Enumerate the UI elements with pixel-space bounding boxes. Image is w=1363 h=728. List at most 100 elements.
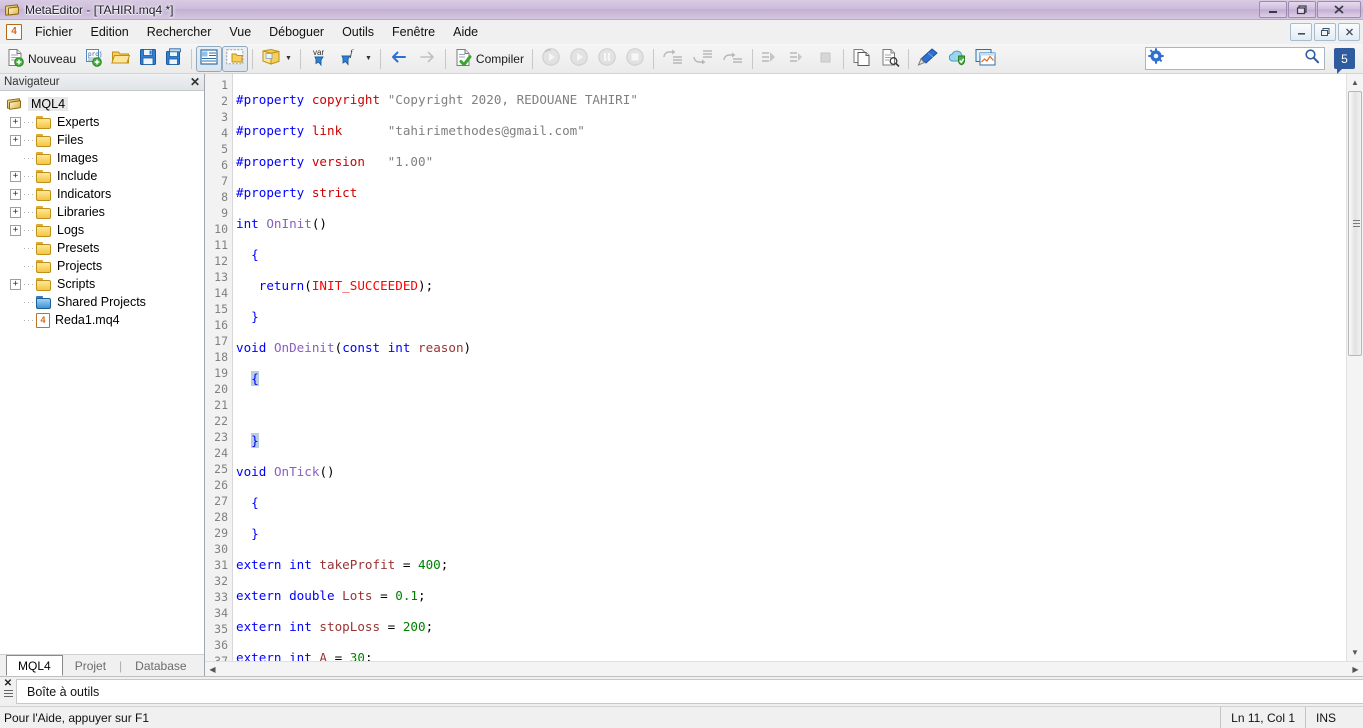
tree-item-logs[interactable]: +··· Logs <box>0 221 204 239</box>
line-number: 24 <box>205 445 232 461</box>
line-number-gutter: 123 456 789 101112 131415 161718 192021 … <box>205 74 233 661</box>
tree-item-indicators[interactable]: +··· Indicators <box>0 185 204 203</box>
run-to-cursor-button[interactable] <box>785 46 813 72</box>
tree-spacer <box>10 261 21 272</box>
open-terminal-button[interactable] <box>971 46 1001 72</box>
tree-item-include[interactable]: +··· Include <box>0 167 204 185</box>
tab-database[interactable]: Database <box>123 655 198 676</box>
vscroll-track[interactable] <box>1347 91 1363 644</box>
menu-deboguer[interactable]: Déboguer <box>260 22 333 42</box>
folder-icon <box>36 260 52 273</box>
menu-vue[interactable]: Vue <box>220 22 260 42</box>
menu-outils[interactable]: Outils <box>333 22 383 42</box>
code-line: extern double Lots = 0.1; <box>236 588 1346 604</box>
mdi-minimize-button[interactable] <box>1290 23 1312 41</box>
notes-dropdown-button[interactable]: ▼ <box>257 46 296 72</box>
editor-horizontal-scrollbar[interactable]: ◀ ▶ <box>205 661 1363 676</box>
code-text[interactable]: #property copyright "Copyright 2020, RED… <box>233 74 1346 661</box>
save-all-button[interactable] <box>161 46 187 72</box>
start-debug-button[interactable] <box>565 46 593 72</box>
scroll-right-icon[interactable]: ▶ <box>1348 665 1363 674</box>
new-project-button[interactable]: proj <box>80 46 107 72</box>
editor-vertical-scrollbar[interactable]: ▲ ▼ <box>1346 74 1363 661</box>
save-button[interactable] <box>135 46 161 72</box>
scroll-up-icon[interactable]: ▲ <box>1347 74 1363 91</box>
pause-debug-button[interactable] <box>593 46 621 72</box>
toggle-breakpoint-button[interactable] <box>757 46 785 72</box>
gear-icon[interactable] <box>1148 48 1164 69</box>
expand-icon[interactable]: + <box>10 279 21 290</box>
tab-projet[interactable]: Projet <box>63 655 118 676</box>
arrow-left-icon <box>389 49 409 68</box>
step-over-button[interactable] <box>688 46 718 72</box>
toolbox-close-icon[interactable]: ✕ <box>4 679 12 688</box>
step-out-button[interactable] <box>718 46 748 72</box>
menu-aide[interactable]: Aide <box>444 22 487 42</box>
svg-text:proj: proj <box>88 51 102 58</box>
step-into-button[interactable] <box>658 46 688 72</box>
notification-badge[interactable]: 5 <box>1334 48 1355 69</box>
find-in-file-button[interactable] <box>876 46 904 72</box>
menu-fichier[interactable]: Fichier <box>26 22 82 42</box>
tree-item-libraries[interactable]: +··· Libraries <box>0 203 204 221</box>
expand-icon[interactable]: + <box>10 207 21 218</box>
window-close-button[interactable] <box>1317 1 1361 18</box>
window-minimize-button[interactable] <box>1259 1 1287 18</box>
toolbar-separator <box>380 49 381 69</box>
tree-item-files[interactable]: +··· Files <box>0 131 204 149</box>
code-surface[interactable]: 123 456 789 101112 131415 161718 192021 … <box>205 74 1346 661</box>
compile-button[interactable]: Compiler <box>450 46 528 72</box>
vscroll-thumb[interactable] <box>1348 91 1362 356</box>
menu-fenetre[interactable]: Fenêtre <box>383 22 444 42</box>
tree-item-images[interactable]: ···· Images <box>0 149 204 167</box>
toggle-navigator-button[interactable] <box>196 46 222 72</box>
expand-icon[interactable]: + <box>10 135 21 146</box>
expand-icon[interactable]: + <box>10 225 21 236</box>
mql4-book-icon <box>6 97 23 112</box>
tree-item-experts[interactable]: +··· Experts <box>0 113 204 131</box>
navigate-back-button[interactable] <box>385 46 413 72</box>
tree-item-projects[interactable]: ···· Projects <box>0 257 204 275</box>
tree-item-shared-projects[interactable]: ···· Shared Projects <box>0 293 204 311</box>
code-line: } <box>236 433 1346 449</box>
insert-variable-button[interactable]: var <box>305 46 335 72</box>
navigator-close-icon[interactable]: ✕ <box>190 76 200 88</box>
step-over-icon <box>692 48 714 69</box>
mql5-community-button[interactable] <box>943 46 971 72</box>
code-line: int OnInit() <box>236 216 1346 232</box>
toolbox-menu-icon[interactable] <box>4 690 13 697</box>
line-number: 3 <box>205 109 232 125</box>
line-number: 2 <box>205 93 232 109</box>
stop-profiling-button[interactable] <box>813 46 839 72</box>
document-search-icon <box>880 48 900 70</box>
navigator-tree[interactable]: MQL4 +··· Experts +··· Files ···· Images <box>0 91 204 654</box>
open-file-button[interactable] <box>107 46 135 72</box>
expand-icon[interactable]: + <box>10 117 21 128</box>
insert-function-button[interactable]: f ▼ <box>335 46 376 72</box>
mdi-close-button[interactable] <box>1338 23 1360 41</box>
tree-item-reda1-mq4[interactable]: ···· 4 Reda1.mq4 <box>0 311 204 329</box>
mdi-restore-button[interactable] <box>1314 23 1336 41</box>
scroll-down-icon[interactable]: ▼ <box>1347 644 1363 661</box>
navigate-forward-button[interactable] <box>413 46 441 72</box>
tree-item-presets[interactable]: ···· Presets <box>0 239 204 257</box>
tab-mql4[interactable]: MQL4 <box>6 655 63 676</box>
menu-rechercher[interactable]: Rechercher <box>138 22 221 42</box>
toggle-toolbox-button[interactable] <box>222 46 248 72</box>
style-button[interactable] <box>913 46 943 72</box>
window-restore-button[interactable] <box>1288 1 1316 18</box>
tree-item-mql4[interactable]: MQL4 <box>0 95 204 113</box>
line-number: 31 <box>205 557 232 573</box>
restart-debug-button[interactable] <box>537 46 565 72</box>
tree-item-scripts[interactable]: +··· Scripts <box>0 275 204 293</box>
copy-button[interactable] <box>848 46 876 72</box>
search-icon[interactable] <box>1304 48 1320 69</box>
search-input[interactable] <box>1167 51 1304 67</box>
search-box[interactable] <box>1145 47 1325 70</box>
stop-debug-button[interactable] <box>621 46 649 72</box>
expand-icon[interactable]: + <box>10 171 21 182</box>
scroll-left-icon[interactable]: ◀ <box>205 665 220 674</box>
menu-edition[interactable]: Edition <box>82 22 138 42</box>
expand-icon[interactable]: + <box>10 189 21 200</box>
new-file-button[interactable]: Nouveau <box>2 46 80 72</box>
